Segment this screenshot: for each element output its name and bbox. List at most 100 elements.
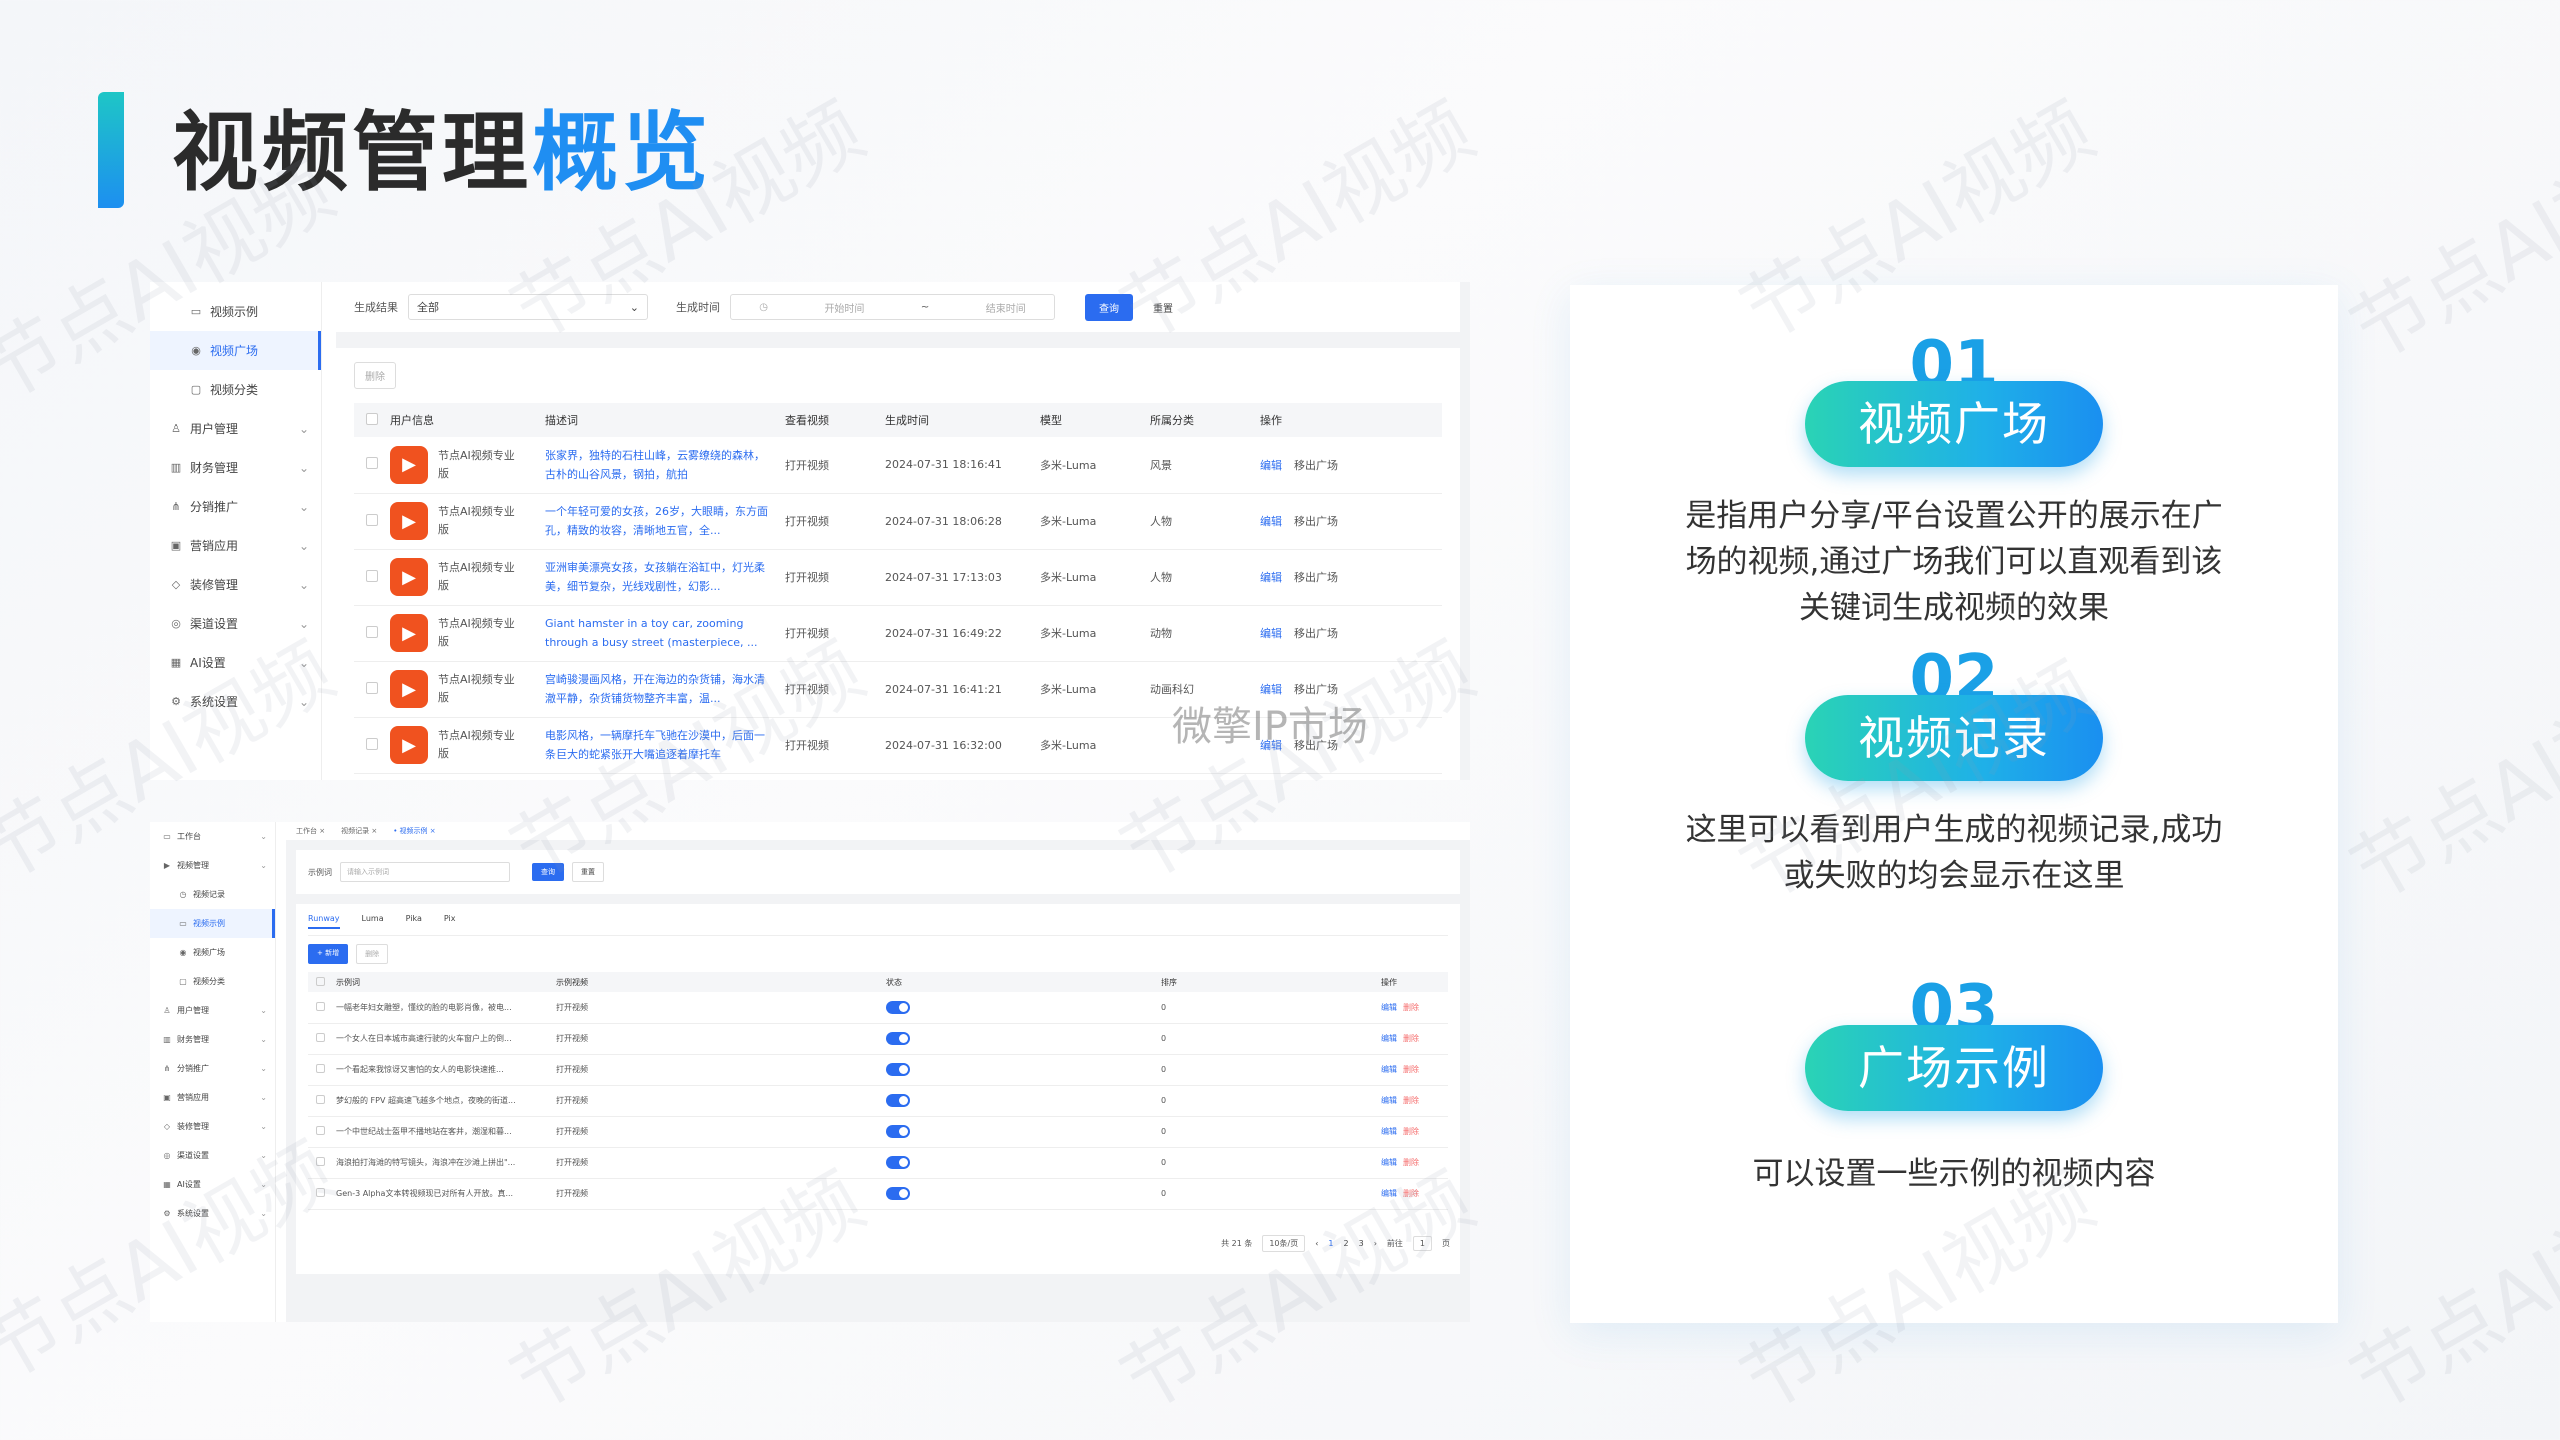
row-checkbox[interactable] (366, 569, 378, 582)
tab-video-record[interactable]: 视频记录 × (341, 826, 377, 836)
search-button[interactable]: 查询 (1085, 293, 1133, 321)
open-video-link[interactable]: 打开视频 (556, 1003, 588, 1012)
select-all-checkbox[interactable] (316, 976, 325, 986)
status-toggle[interactable] (886, 1156, 910, 1169)
search-button[interactable]: 查询 (532, 863, 564, 881)
open-video-link[interactable]: 打开视频 (556, 1096, 588, 1105)
add-button[interactable]: + 新增 (308, 944, 349, 964)
sidebar-item[interactable]: ▢ 视频分类 (150, 370, 321, 409)
page-2[interactable]: 2 (1344, 1239, 1349, 1248)
prev-page-button[interactable]: ‹ (1315, 1239, 1318, 1248)
row-checkbox[interactable] (366, 681, 378, 694)
tab-pix[interactable]: Pix (444, 914, 456, 929)
status-toggle[interactable] (886, 1187, 910, 1200)
result-select[interactable]: 全部 ⌄ (408, 294, 648, 320)
row-checkbox[interactable] (316, 1126, 325, 1135)
status-toggle[interactable] (886, 1125, 910, 1138)
edit-button[interactable]: 编辑 (1260, 459, 1282, 472)
sidebar-item[interactable]: ▭ 视频示例 (150, 909, 275, 938)
sidebar-item[interactable]: ◷ 视频记录 (150, 880, 275, 909)
tab-luma[interactable]: Luma (362, 914, 384, 929)
edit-button[interactable]: 编辑 (1260, 571, 1282, 584)
edit-button[interactable]: 编辑 (1381, 1065, 1397, 1074)
row-checkbox[interactable] (366, 737, 378, 750)
delete-button[interactable]: 删除 (1403, 1189, 1419, 1198)
delete-button[interactable]: 删除 (354, 362, 396, 389)
sidebar-item[interactable]: ◎ 渠道设置 ⌄ (150, 604, 321, 643)
sidebar-item[interactable]: ◉ 视频广场 (150, 331, 321, 370)
sidebar-item[interactable]: ⋔ 分销推广 ⌄ (150, 487, 321, 526)
sidebar-item[interactable]: ▦ AI设置 ⌄ (150, 643, 321, 682)
delete-button[interactable]: 删除 (356, 944, 389, 964)
open-video-link[interactable]: 打开视频 (556, 1127, 588, 1136)
delete-button[interactable]: 删除 (1403, 1127, 1419, 1136)
sidebar-item[interactable]: ◇ 装修管理 ⌄ (150, 1112, 275, 1141)
remove-from-square-button[interactable]: 移出广场 (1294, 627, 1338, 640)
sidebar-item[interactable]: ⚙ 系统设置 ⌄ (150, 1199, 275, 1228)
sidebar-item[interactable]: ⚙ 系统设置 ⌄ (150, 682, 321, 721)
sidebar-item[interactable]: ◉ 视频广场 (150, 938, 275, 967)
row-checkbox[interactable] (366, 625, 378, 638)
delete-button[interactable]: 删除 (1403, 1096, 1419, 1105)
sidebar-item[interactable]: ▶ 视频管理 ⌄ (150, 851, 275, 880)
sidebar-item[interactable]: ▣ 营销应用 ⌄ (150, 526, 321, 565)
sidebar-item[interactable]: ♙ 用户管理 ⌄ (150, 996, 275, 1025)
edit-button[interactable]: 编辑 (1381, 1096, 1397, 1105)
row-checkbox[interactable] (316, 1157, 325, 1166)
status-toggle[interactable] (886, 1000, 910, 1014)
sidebar-item[interactable]: ◎ 渠道设置 ⌄ (150, 1141, 275, 1170)
sidebar-item[interactable]: ▭ 视频示例 (150, 292, 321, 331)
edit-button[interactable]: 编辑 (1260, 627, 1282, 640)
open-video-link[interactable]: 打开视频 (785, 571, 829, 584)
sidebar-item[interactable]: ⋔ 分销推广 ⌄ (150, 1054, 275, 1083)
tab-runway[interactable]: Runway (308, 914, 340, 929)
remove-from-square-button[interactable]: 移出广场 (1294, 571, 1338, 584)
row-checkbox[interactable] (316, 1001, 325, 1011)
row-checkbox[interactable] (316, 1033, 325, 1042)
delete-button[interactable]: 删除 (1403, 1065, 1419, 1074)
remove-from-square-button[interactable]: 移出广场 (1294, 515, 1338, 528)
open-video-link[interactable]: 打开视频 (556, 1065, 588, 1074)
edit-button[interactable]: 编辑 (1381, 1034, 1397, 1043)
sidebar-item[interactable]: ◇ 装修管理 ⌄ (150, 565, 321, 604)
tab-workbench[interactable]: 工作台 × (296, 826, 325, 836)
open-video-link[interactable]: 打开视频 (785, 683, 829, 696)
remove-from-square-button[interactable]: 移出广场 (1294, 459, 1338, 472)
reset-button[interactable]: 重置 (1143, 293, 1183, 321)
sidebar-item[interactable]: ♙ 用户管理 ⌄ (150, 409, 321, 448)
tab-video-example[interactable]: • 视频示例 × (393, 826, 435, 836)
open-video-link[interactable]: 打开视频 (785, 739, 829, 752)
row-checkbox[interactable] (316, 1188, 325, 1197)
status-toggle[interactable] (886, 1032, 910, 1045)
status-toggle[interactable] (886, 1094, 910, 1107)
sidebar-item[interactable]: ▭ 工作台 ⌄ (150, 822, 275, 851)
sidebar-item[interactable]: ▥ 财务管理 ⌄ (150, 448, 321, 487)
edit-button[interactable]: 编辑 (1381, 1158, 1397, 1167)
edit-button[interactable]: 编辑 (1381, 1003, 1397, 1012)
page-jump-input[interactable]: 1 (1412, 1236, 1432, 1251)
example-word-input[interactable]: 请输入示例词 (340, 862, 510, 882)
status-toggle[interactable] (886, 1063, 910, 1076)
page-3[interactable]: 3 (1359, 1239, 1364, 1248)
row-checkbox[interactable] (316, 1064, 325, 1073)
edit-button[interactable]: 编辑 (1381, 1189, 1397, 1198)
edit-button[interactable]: 编辑 (1260, 515, 1282, 528)
sidebar-item[interactable]: ▥ 财务管理 ⌄ (150, 1025, 275, 1054)
sidebar-item[interactable]: ▢ 视频分类 (150, 967, 275, 996)
reset-button[interactable]: 重置 (572, 862, 604, 882)
date-range-picker[interactable]: ◷ 开始时间 ~ 结束时间 (730, 294, 1055, 320)
open-video-link[interactable]: 打开视频 (785, 627, 829, 640)
delete-button[interactable]: 删除 (1403, 1034, 1419, 1043)
delete-button[interactable]: 删除 (1403, 1158, 1419, 1167)
row-checkbox[interactable] (316, 1095, 325, 1104)
open-video-link[interactable]: 打开视频 (785, 459, 829, 472)
edit-button[interactable]: 编辑 (1381, 1127, 1397, 1136)
row-checkbox[interactable] (366, 513, 378, 526)
open-video-link[interactable]: 打开视频 (556, 1158, 588, 1167)
sidebar-item[interactable]: ▦ AI设置 ⌄ (150, 1170, 275, 1199)
open-video-link[interactable]: 打开视频 (556, 1189, 588, 1198)
open-video-link[interactable]: 打开视频 (785, 515, 829, 528)
row-checkbox[interactable] (366, 457, 378, 470)
select-all-checkbox[interactable] (366, 412, 378, 425)
page-size-select[interactable]: 10条/页 (1262, 1235, 1306, 1252)
